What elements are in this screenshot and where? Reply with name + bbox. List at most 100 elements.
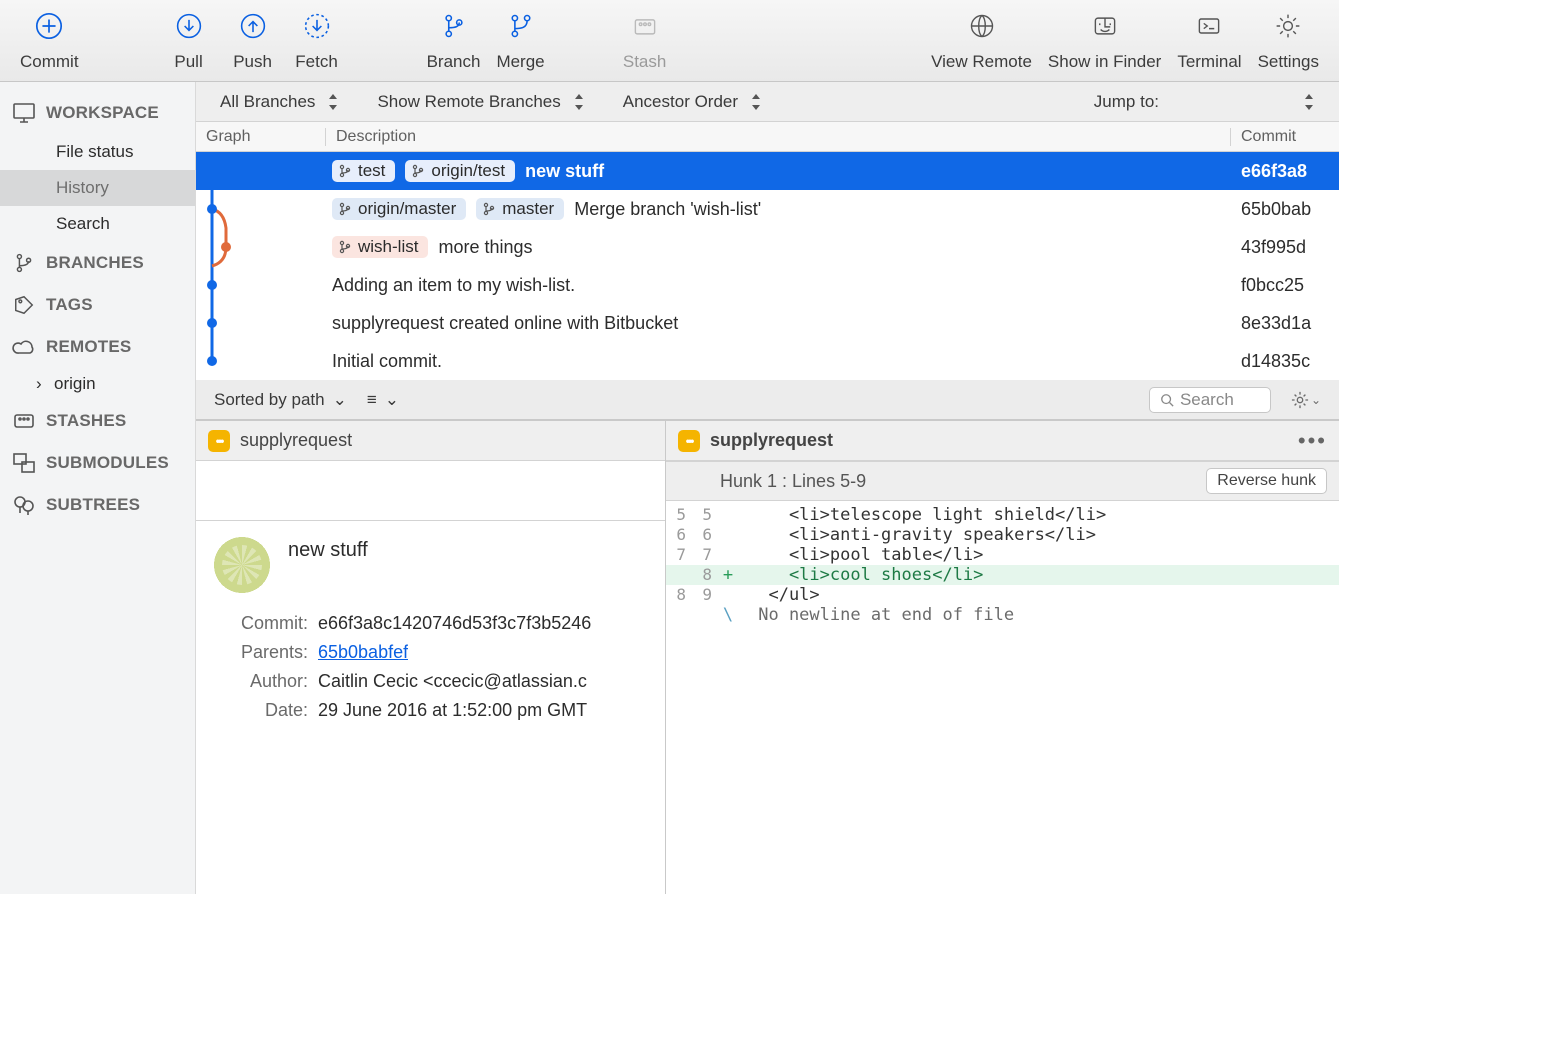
commit-title: new stuff	[288, 539, 368, 593]
globe-icon	[966, 10, 998, 42]
filter-branches[interactable]: All Branches	[220, 92, 339, 112]
stash-icon	[12, 410, 36, 432]
branch-tag[interactable]: test	[332, 160, 395, 182]
sidebar-section-remotes[interactable]: REMOTES	[0, 326, 195, 368]
sidebar-section-stashes[interactable]: STASHES	[0, 400, 195, 442]
arrow-up-circle-icon	[237, 10, 269, 42]
author-avatar	[214, 537, 270, 593]
chevron-down-icon: ⌄	[333, 390, 347, 410]
view-mode[interactable]: ≡ ⌄	[367, 390, 399, 410]
diff-line[interactable]: 8+ <li>cool shoes</li>	[666, 565, 1339, 585]
hunk-label: Hunk 1 : Lines 5-9	[720, 471, 866, 492]
history-row[interactable]: wish-listmore things43f995d	[196, 228, 1339, 266]
commit-button[interactable]: Commit	[12, 6, 87, 72]
diff-search[interactable]: Search	[1149, 387, 1271, 413]
commit-short-hash: e66f3a8	[1231, 161, 1339, 182]
history-row[interactable]: supplyrequest created online with Bitbuc…	[196, 304, 1339, 342]
arrow-down-circle-icon	[173, 10, 205, 42]
updown-icon	[327, 94, 339, 110]
updown-icon	[750, 94, 762, 110]
history-row[interactable]: origin/mastermasterMerge branch 'wish-li…	[196, 190, 1339, 228]
chevron-down-icon: ⌄	[1311, 393, 1321, 407]
file-header-left[interactable]: ••• supplyrequest	[196, 421, 665, 461]
hunk-header: Hunk 1 : Lines 5-9 Reverse hunk	[666, 461, 1339, 501]
diff-line[interactable]: 55 <li>telescope light shield</li>	[666, 505, 1339, 525]
diff-line[interactable]: 89 </ul>	[666, 585, 1339, 605]
diff-settings[interactable]: ⌄	[1291, 391, 1321, 409]
history-columns: Graph Description Commit	[196, 122, 1339, 152]
sidebar-item-file-status[interactable]: File status	[0, 134, 195, 170]
commit-short-hash: 43f995d	[1231, 237, 1339, 258]
fetch-icon	[301, 10, 333, 42]
diff-line[interactable]: 77 <li>pool table</li>	[666, 545, 1339, 565]
branch-tag[interactable]: origin/test	[405, 160, 515, 182]
gear-icon	[1272, 10, 1304, 42]
push-button[interactable]: Push	[221, 6, 285, 72]
chevron-down-icon: ⌄	[385, 390, 399, 410]
cloud-icon	[12, 336, 36, 358]
stash-icon	[629, 10, 661, 42]
submodules-icon	[12, 452, 36, 474]
updown-icon	[1303, 94, 1315, 110]
parent-link[interactable]: 65b0babfef	[318, 642, 408, 663]
sidebar-item-search[interactable]: Search	[0, 206, 195, 242]
history-filter-bar: All Branches Show Remote Branches Ancest…	[196, 82, 1339, 122]
diff-lines: 55 <li>telescope light shield</li>66 <li…	[666, 501, 1339, 645]
sort-by-path[interactable]: Sorted by path ⌄	[214, 390, 347, 410]
terminal-button[interactable]: Terminal	[1169, 6, 1249, 72]
sidebar-item-history[interactable]: History	[0, 170, 195, 206]
file-name: supplyrequest	[710, 430, 833, 451]
commit-short-hash: f0bcc25	[1231, 275, 1339, 296]
sidebar-remote-origin[interactable]: › origin	[0, 368, 195, 400]
sidebar-section-branches[interactable]: BRANCHES	[0, 242, 195, 284]
branch-button[interactable]: Branch	[419, 6, 489, 72]
branch-icon	[12, 252, 36, 274]
show-in-finder-button[interactable]: Show in Finder	[1040, 6, 1169, 72]
subtrees-icon	[12, 494, 36, 516]
sidebar-section-subtrees[interactable]: SUBTREES	[0, 484, 195, 526]
commit-author: Caitlin Cecic <ccecic@atlassian.c	[318, 671, 587, 692]
pull-button[interactable]: Pull	[157, 6, 221, 72]
history-row[interactable]: Initial commit.d14835c	[196, 342, 1339, 380]
file-name: supplyrequest	[240, 430, 352, 451]
sidebar-section-submodules[interactable]: SUBMODULES	[0, 442, 195, 484]
settings-button[interactable]: Settings	[1250, 6, 1327, 72]
commit-message: new stuff	[525, 161, 604, 182]
sidebar: WORKSPACE File status History Search BRA…	[0, 82, 196, 894]
commit-short-hash: 65b0bab	[1231, 199, 1339, 220]
commit-message: supplyrequest created online with Bitbuc…	[332, 313, 678, 334]
search-icon	[1160, 393, 1174, 407]
branch-icon	[438, 10, 470, 42]
jump-to[interactable]: Jump to:	[1094, 92, 1315, 112]
stash-button[interactable]: Stash	[613, 6, 677, 72]
file-modified-icon: •••	[678, 430, 700, 452]
commit-date: 29 June 2016 at 1:52:00 pm GMT	[318, 700, 587, 721]
file-actions[interactable]: •••	[1298, 428, 1327, 454]
branch-tag[interactable]: wish-list	[332, 236, 428, 258]
branch-tag[interactable]: master	[476, 198, 564, 220]
col-commit[interactable]: Commit	[1231, 128, 1339, 146]
view-remote-button[interactable]: View Remote	[923, 6, 1040, 72]
commit-hash: e66f3a8c1420746d53f3c7f3b5246	[318, 613, 591, 634]
history-row[interactable]: Adding an item to my wish-list.f0bcc25	[196, 266, 1339, 304]
branch-tag[interactable]: origin/master	[332, 198, 466, 220]
history-row[interactable]: test origin/test new stuff e66f3a8	[196, 152, 1339, 190]
col-description[interactable]: Description	[326, 128, 1231, 146]
col-graph[interactable]: Graph	[196, 128, 326, 146]
fetch-button[interactable]: Fetch	[285, 6, 349, 72]
file-modified-icon: •••	[208, 430, 230, 452]
filter-order[interactable]: Ancestor Order	[623, 92, 762, 112]
merge-button[interactable]: Merge	[488, 6, 552, 72]
terminal-icon	[1193, 10, 1225, 42]
file-header-right[interactable]: ••• supplyrequest •••	[666, 421, 1339, 461]
diff-line[interactable]: \ No newline at end of file	[666, 605, 1339, 625]
commit-short-hash: d14835c	[1231, 351, 1339, 372]
commit-detail-panel: ••• supplyrequest new stuff Commit:e66f3…	[196, 421, 666, 894]
sidebar-section-workspace[interactable]: WORKSPACE	[0, 92, 195, 134]
diff-line[interactable]: 66 <li>anti-gravity speakers</li>	[666, 525, 1339, 545]
filter-remote-branches[interactable]: Show Remote Branches	[377, 92, 584, 112]
reverse-hunk-button[interactable]: Reverse hunk	[1206, 468, 1327, 494]
sidebar-section-tags[interactable]: TAGS	[0, 284, 195, 326]
finder-icon	[1089, 10, 1121, 42]
commit-short-hash: 8e33d1a	[1231, 313, 1339, 334]
